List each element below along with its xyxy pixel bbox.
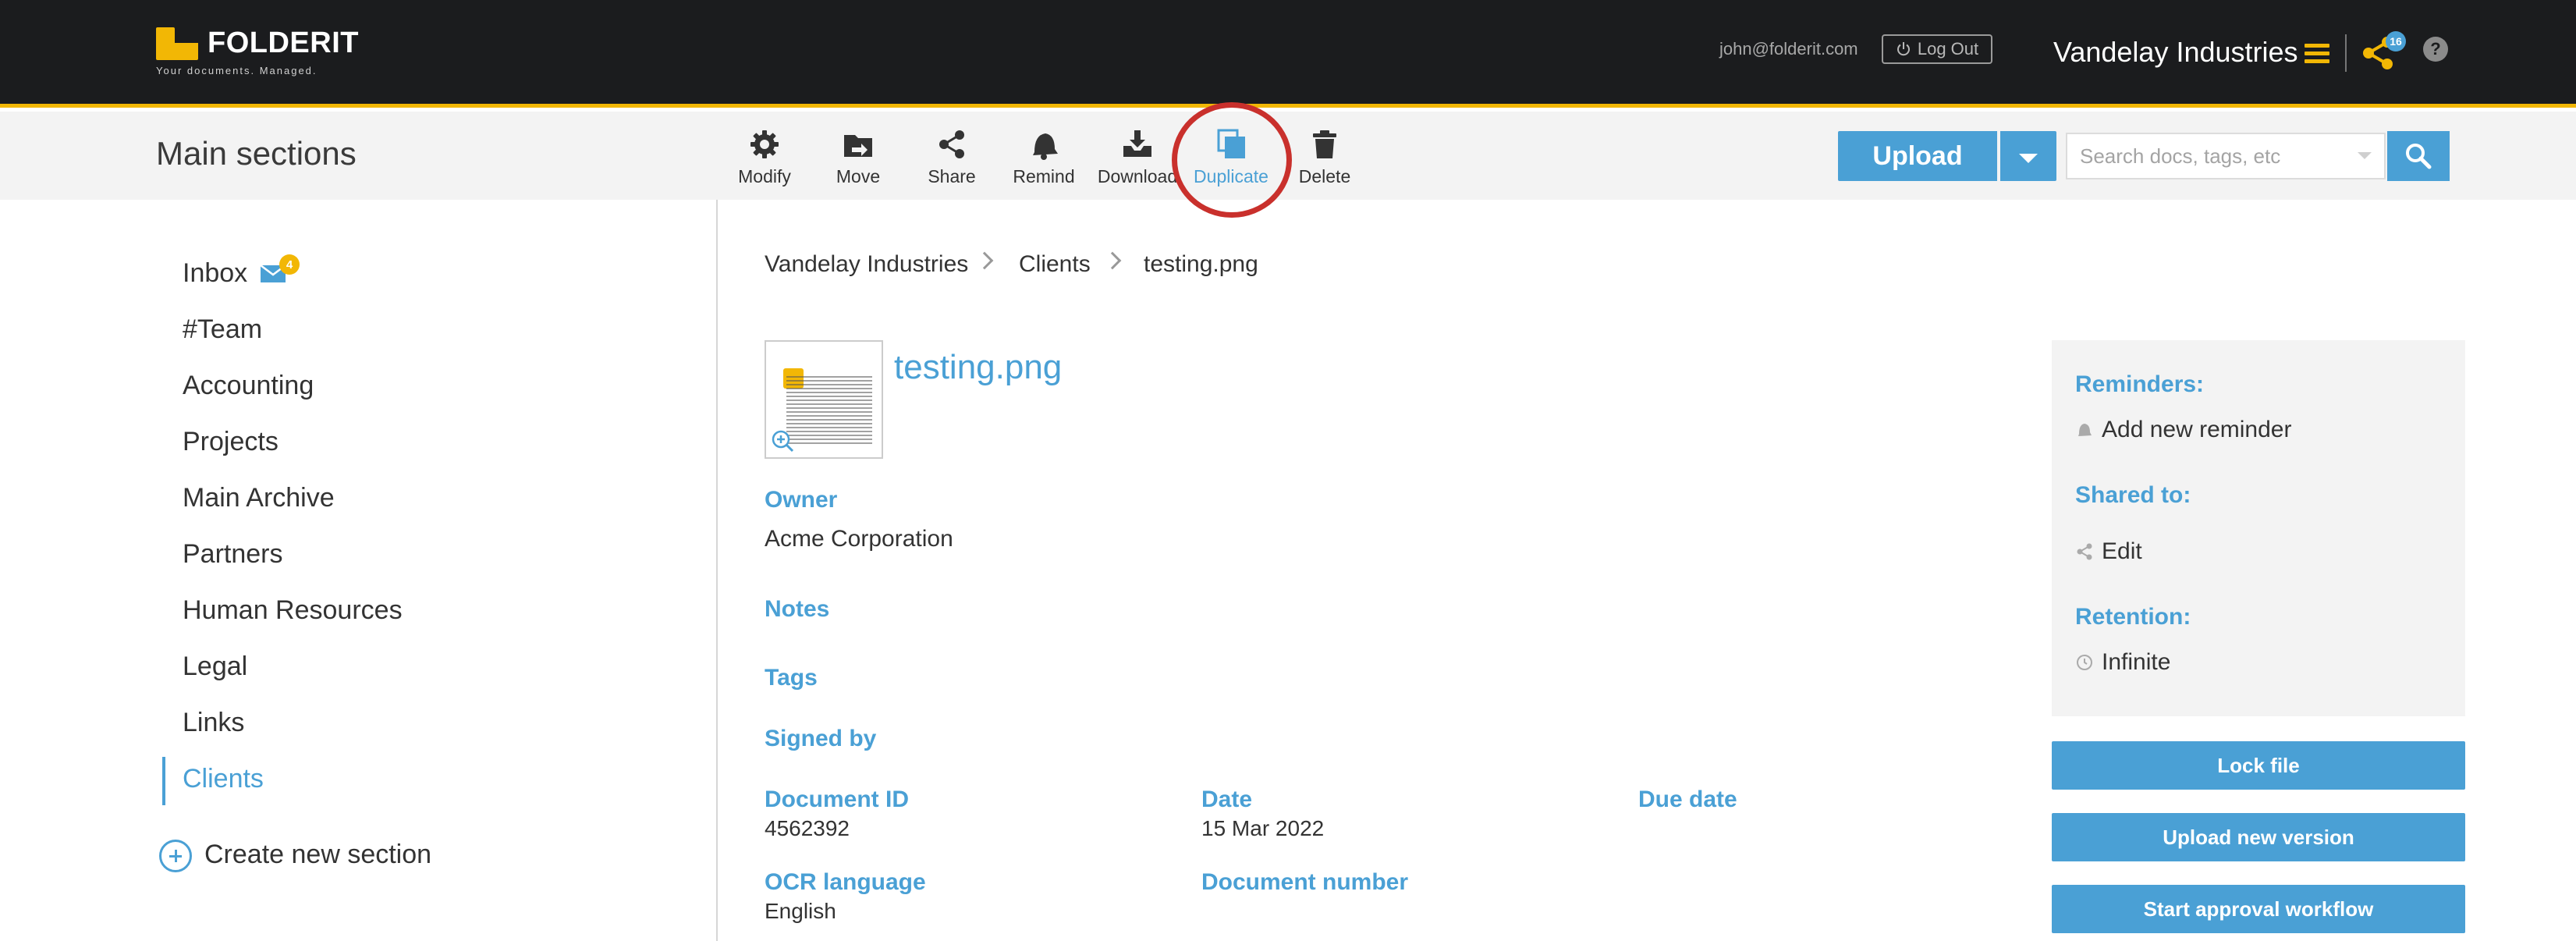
sidebar-item-accounting[interactable]: Accounting	[183, 371, 314, 401]
ocr-language-value: English	[765, 899, 836, 923]
remind-button[interactable]: Remind	[997, 127, 1091, 187]
gear-icon	[750, 130, 779, 158]
share-icon	[2077, 543, 2092, 560]
modify-label: Modify	[738, 166, 791, 186]
hamburger-menu-icon[interactable]	[2305, 44, 2329, 64]
search-input[interactable]	[2066, 133, 2386, 179]
logout-button[interactable]: Log Out	[1882, 34, 1992, 64]
clock-icon	[2077, 655, 2092, 670]
plus-circle-icon[interactable]	[159, 840, 192, 872]
breadcrumb-clients[interactable]: Clients	[1019, 251, 1091, 278]
power-icon	[1897, 42, 1910, 56]
logout-label: Log Out	[1917, 39, 1979, 59]
start-approval-workflow-button[interactable]: Start approval workflow	[2052, 885, 2465, 933]
delete-button[interactable]: Delete	[1278, 127, 1371, 187]
retention-value[interactable]: Infinite	[2075, 649, 2170, 676]
brand-tagline: Your documents. Managed.	[156, 65, 318, 76]
edit-label: Edit	[2102, 538, 2142, 564]
breadcrumb-current-file: testing.png	[1144, 251, 1258, 277]
owner-value: Acme Corporation	[765, 526, 953, 552]
ocr-language-label: OCR language	[765, 869, 926, 895]
move-folder-icon	[844, 135, 872, 157]
document-thumbnail[interactable]	[765, 340, 883, 459]
add-reminder-link[interactable]: Add new reminder	[2075, 417, 2291, 443]
due-date-label: Due date	[1638, 787, 1737, 812]
folder-logo-icon	[156, 27, 198, 60]
help-icon[interactable]: ?	[2423, 37, 2448, 62]
move-label: Move	[836, 166, 881, 186]
sidebar-item-legal[interactable]: Legal	[183, 652, 247, 682]
download-label: Download	[1097, 166, 1178, 186]
share-button[interactable]: Share	[905, 127, 999, 187]
bell-icon	[1033, 133, 1058, 160]
sidebar-item-partners[interactable]: Partners	[183, 539, 283, 570]
owner-label: Owner	[765, 487, 838, 513]
upload-button[interactable]: Upload	[1838, 131, 1997, 181]
document-id-value: 4562392	[765, 816, 850, 840]
chevron-down-icon	[2019, 154, 2038, 163]
sidebar	[0, 200, 716, 941]
date-label: Date	[1201, 787, 1253, 812]
sidebar-item-inbox[interactable]: Inbox	[183, 258, 247, 289]
modify-button[interactable]: Modify	[718, 127, 811, 187]
sidebar-item-links[interactable]: Links	[183, 708, 244, 738]
folderit-logo[interactable]: FOLDERIT Your documents. Managed.	[156, 27, 359, 76]
reminders-label: Reminders:	[2075, 371, 2205, 397]
signed-by-label: Signed by	[765, 726, 877, 751]
breadcrumb-company[interactable]: Vandelay Industries	[765, 251, 968, 278]
sidebar-item-human-resources[interactable]: Human Resources	[183, 595, 403, 626]
delete-label: Delete	[1298, 166, 1351, 186]
header-divider	[2345, 34, 2347, 72]
date-value: 15 Mar 2022	[1201, 816, 1325, 840]
tags-label[interactable]: Tags	[765, 665, 818, 691]
document-id-label: Document ID	[765, 787, 910, 812]
download-icon	[1123, 130, 1151, 157]
trash-icon	[1313, 130, 1336, 158]
section-title: Main sections	[156, 135, 357, 172]
active-item-indicator	[162, 757, 165, 805]
upload-new-version-button[interactable]: Upload new version	[2052, 813, 2465, 861]
shared-count-badge: 16	[2386, 31, 2406, 51]
top-bar: FOLDERIT Your documents. Managed. john@f…	[0, 0, 2576, 108]
sidebar-item-main-archive[interactable]: Main Archive	[183, 483, 335, 513]
main-divider	[716, 200, 718, 941]
document-number-label: Document number	[1201, 869, 1409, 895]
sidebar-item-projects[interactable]: Projects	[183, 427, 279, 457]
search-options-chevron-icon[interactable]	[2358, 152, 2372, 159]
edit-sharing-link[interactable]: Edit	[2075, 538, 2142, 565]
move-button[interactable]: Move	[811, 127, 905, 187]
remind-label: Remind	[1013, 166, 1075, 186]
sidebar-item-clients[interactable]: Clients	[183, 764, 264, 794]
zoom-in-icon[interactable]	[771, 429, 794, 453]
search-button[interactable]	[2387, 131, 2450, 181]
upload-options-button[interactable]	[2000, 131, 2056, 181]
inbox-count-badge: 4	[279, 254, 300, 275]
breadcrumb-separator-icon	[975, 251, 994, 270]
download-button[interactable]: Download	[1091, 127, 1184, 187]
bell-icon	[2078, 424, 2092, 436]
create-new-section-link[interactable]: Create new section	[204, 840, 431, 870]
document-info-panel: Reminders: Add new reminder Shared to: E…	[2052, 340, 2465, 716]
search-icon	[2406, 144, 2432, 169]
lock-file-button[interactable]: Lock file	[2052, 741, 2465, 790]
breadcrumb-separator-icon	[1103, 251, 1122, 270]
add-reminder-label: Add new reminder	[2102, 417, 2292, 442]
shared-to-label: Shared to:	[2075, 482, 2191, 508]
share-label: Share	[928, 166, 976, 186]
file-title[interactable]: testing.png	[894, 348, 1062, 387]
notes-label[interactable]: Notes	[765, 596, 829, 623]
duplicate-highlight-ring	[1172, 102, 1292, 218]
retention-value-label: Infinite	[2102, 649, 2171, 675]
sidebar-item-team[interactable]: #Team	[183, 314, 262, 345]
company-name[interactable]: Vandelay Industries	[2053, 36, 2298, 69]
share-icon	[939, 130, 964, 158]
retention-label: Retention:	[2075, 604, 2191, 630]
user-email: john@folderit.com	[1719, 39, 1858, 59]
brand-name: FOLDERIT	[208, 27, 359, 59]
